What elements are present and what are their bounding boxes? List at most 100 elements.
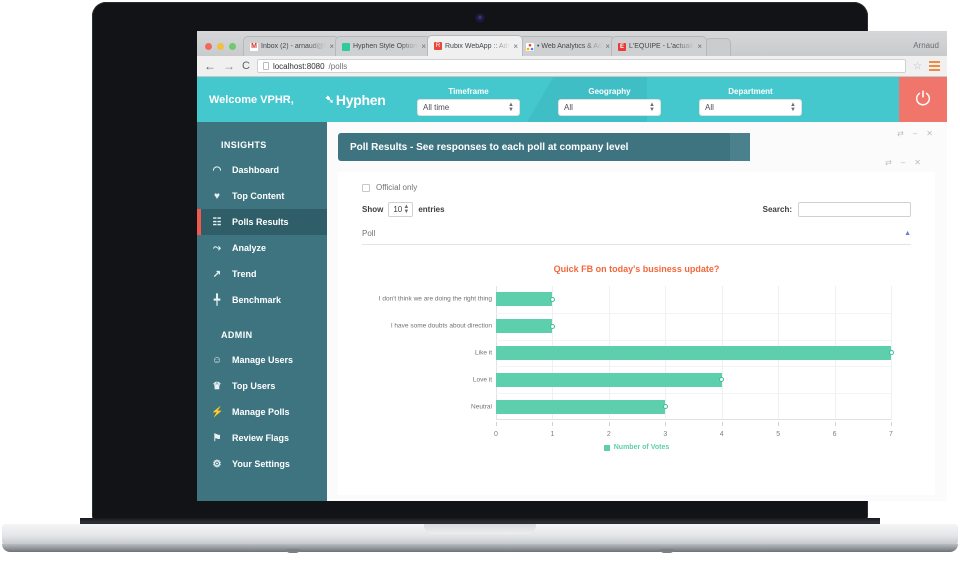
geography-select[interactable]: All ▲ ▼ bbox=[558, 99, 661, 116]
close-icon[interactable]: ✕ bbox=[926, 129, 933, 138]
rubix-icon: R bbox=[434, 42, 442, 50]
page-title-text: Poll Results - See responses to each pol… bbox=[350, 141, 629, 153]
close-icon[interactable]: ✕ bbox=[914, 158, 921, 167]
minimize-icon[interactable]: – bbox=[913, 129, 917, 138]
window-traffic-lights[interactable] bbox=[201, 43, 243, 56]
bookmark-star-icon[interactable]: ☆ bbox=[913, 61, 922, 72]
category-label: I have some doubts about direction bbox=[390, 322, 492, 330]
browser-tab-bar: M Inbox (2) - arnaud@hyphen × Hyphen Sty… bbox=[197, 31, 947, 56]
laptop-lid: M Inbox (2) - arnaud@hyphen × Hyphen Sty… bbox=[92, 2, 947, 520]
hyphen-logo: ➷ Hyphen bbox=[325, 92, 417, 108]
application-root: Welcome VPHR, ➷ Hyphen Timeframe All time… bbox=[197, 77, 947, 501]
page-info-icon[interactable] bbox=[262, 62, 269, 70]
x-tick-0: 0 bbox=[494, 431, 498, 438]
sidebar-item-label: Polls Results bbox=[232, 217, 289, 227]
bar-1[interactable] bbox=[496, 319, 553, 334]
close-tab-icon[interactable]: × bbox=[513, 42, 518, 51]
bar-row[interactable]: I have some doubts about direction bbox=[391, 313, 891, 340]
filter-timeframe: Timeframe All time ▲ ▼ bbox=[417, 87, 520, 116]
refresh-icon[interactable]: ⇄ bbox=[897, 129, 904, 138]
swoosh-icon: ➷ bbox=[325, 94, 334, 106]
panel-window-controls-top[interactable]: ⇄ – ✕ bbox=[897, 129, 933, 138]
sidebar-item-dashboard[interactable]: ◠ Dashboard bbox=[197, 157, 327, 183]
sidebar-item-label: Manage Users bbox=[232, 355, 294, 365]
power-icon: ⏻ bbox=[915, 88, 931, 110]
bar-2[interactable] bbox=[496, 345, 891, 360]
category-label: Neutral bbox=[471, 403, 492, 411]
entries-select[interactable]: 10 ▲ ▼ bbox=[388, 202, 414, 217]
timeframe-value: All time bbox=[423, 103, 450, 112]
laptop-foot-left bbox=[286, 549, 300, 553]
sidebar-item-review-flags[interactable]: ⚑ Review Flags bbox=[197, 425, 327, 451]
close-tab-icon[interactable]: × bbox=[605, 42, 610, 51]
list-icon: ☷ bbox=[212, 216, 222, 228]
sidebar-item-label: Your Settings bbox=[232, 459, 290, 469]
browser-window: M Inbox (2) - arnaud@hyphen × Hyphen Sty… bbox=[197, 31, 947, 501]
maximize-window-icon[interactable] bbox=[229, 43, 236, 50]
minimize-window-icon[interactable] bbox=[217, 43, 224, 50]
browser-tab-4[interactable]: E L'ÉQUIPE - L'actualité du × bbox=[611, 36, 707, 56]
sidebar-item-benchmark[interactable]: ╇ Benchmark bbox=[197, 287, 327, 313]
sidebar-item-trend[interactable]: ↗ Trend bbox=[197, 261, 327, 287]
official-only-checkbox[interactable] bbox=[362, 183, 370, 192]
green-square-icon bbox=[342, 42, 350, 51]
sidebar-item-your-settings[interactable]: ⚙ Your Settings bbox=[197, 451, 327, 477]
bar-4[interactable] bbox=[496, 399, 666, 414]
browser-tab-3[interactable]: • Web Analytics & Admin × bbox=[519, 36, 615, 56]
browser-profile-name[interactable]: Arnaud bbox=[913, 41, 947, 56]
bar-row[interactable]: Love it bbox=[473, 366, 891, 393]
tab-label: • Web Analytics & Admin bbox=[537, 43, 602, 50]
close-window-icon[interactable] bbox=[205, 43, 212, 50]
bar-value-dot bbox=[719, 377, 725, 383]
entries-value: 10 bbox=[393, 205, 403, 214]
sidebar-item-analyze[interactable]: ⤳ Analyze bbox=[197, 235, 327, 261]
sidebar-item-top-content[interactable]: ♥ Top Content bbox=[197, 183, 327, 209]
x-tick-2: 2 bbox=[606, 431, 611, 438]
bar-row[interactable]: Neutral bbox=[471, 393, 891, 420]
bar-row[interactable]: Like it bbox=[475, 340, 894, 367]
close-tab-icon[interactable]: × bbox=[697, 42, 702, 51]
new-tab-button[interactable] bbox=[705, 38, 731, 56]
app-topbar: Welcome VPHR, ➷ Hyphen Timeframe All time… bbox=[197, 77, 947, 122]
search-input[interactable] bbox=[798, 202, 911, 217]
reload-icon[interactable]: C bbox=[242, 60, 250, 72]
sidebar-item-label: Dashboard bbox=[232, 165, 280, 175]
browser-tab-2[interactable]: R Rubix WebApp :: Admin Te × bbox=[427, 35, 523, 56]
bar-0[interactable] bbox=[496, 292, 553, 307]
refresh-icon[interactable]: ⇄ bbox=[885, 158, 892, 167]
chart-legend[interactable]: Number of Votes bbox=[338, 444, 935, 451]
sidebar-item-label: Trend bbox=[232, 269, 257, 279]
official-only-row[interactable]: Official only bbox=[338, 172, 935, 192]
address-bar[interactable]: localhost:8080/polls bbox=[256, 59, 907, 73]
bar-value-dot bbox=[662, 404, 668, 410]
filter-department: Department All ▲ ▼ bbox=[699, 87, 802, 116]
column-header-poll[interactable]: Poll bbox=[362, 229, 375, 238]
sidebar-item-manage-polls[interactable]: ⚡ Manage Polls bbox=[197, 399, 327, 425]
url-path: /polls bbox=[328, 61, 348, 71]
timeframe-select[interactable]: All time ▲ ▼ bbox=[417, 99, 520, 116]
sort-ascending-icon[interactable]: ▲ bbox=[904, 230, 911, 237]
close-tab-icon[interactable]: × bbox=[329, 42, 334, 51]
panel-window-controls-card[interactable]: ⇄ – ✕ bbox=[885, 158, 921, 167]
close-tab-icon[interactable]: × bbox=[421, 42, 426, 51]
bar-value-dot bbox=[549, 296, 555, 302]
x-tick-7: 7 bbox=[889, 431, 893, 438]
chevron-updown-icon: ▲ ▼ bbox=[403, 203, 410, 215]
logout-power-button[interactable]: ⏻ bbox=[899, 77, 947, 122]
sidebar-item-polls-results[interactable]: ☷ Polls Results bbox=[197, 209, 334, 235]
back-icon[interactable]: ← bbox=[204, 60, 216, 72]
sidebar-item-top-users[interactable]: ♛ Top Users bbox=[197, 373, 327, 399]
browser-tab-1[interactable]: Hyphen Style Option - Cod × bbox=[335, 36, 431, 56]
bar-row[interactable]: I don't think we are doing the right thi… bbox=[379, 286, 891, 313]
entries-per-page-group: Show 10 ▲ ▼ entries bbox=[362, 202, 445, 217]
department-select[interactable]: All ▲ ▼ bbox=[699, 99, 802, 116]
browser-menu-icon[interactable] bbox=[929, 61, 940, 71]
google-analytics-icon bbox=[526, 42, 534, 51]
minimize-icon[interactable]: – bbox=[901, 158, 905, 167]
bar-3[interactable] bbox=[496, 372, 722, 387]
forward-icon[interactable]: → bbox=[223, 60, 235, 72]
browser-toolbar: ← → C localhost:8080/polls ☆ bbox=[197, 56, 947, 77]
poll-results-card: Official only Show 10 ▲ ▼ entries Search… bbox=[338, 172, 935, 495]
sidebar-item-manage-users[interactable]: ☺ Manage Users bbox=[197, 347, 327, 373]
browser-tab-0[interactable]: M Inbox (2) - arnaud@hyphen × bbox=[243, 36, 339, 56]
